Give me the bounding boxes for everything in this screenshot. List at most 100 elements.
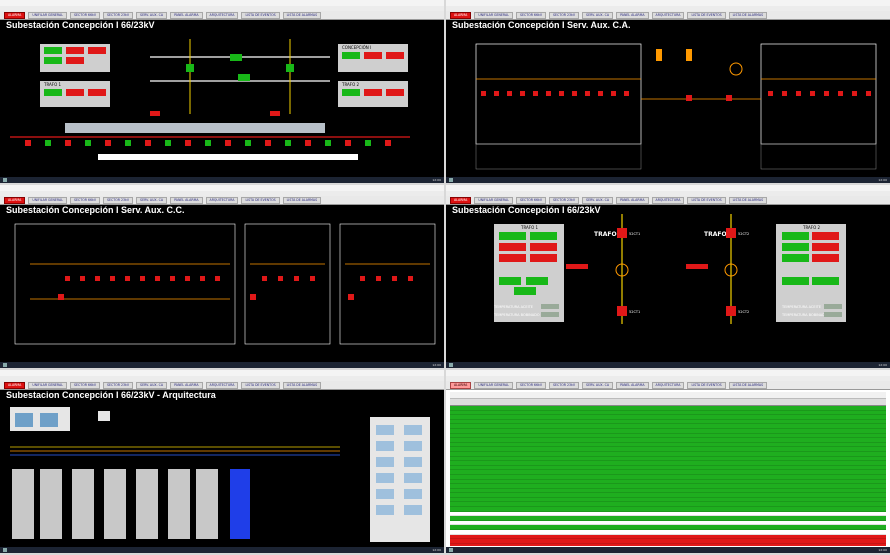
breaker-52ct2: 52CT2 bbox=[738, 232, 749, 236]
alarm-button[interactable]: ALARMA bbox=[4, 381, 26, 389]
temp-aceite-1: TEMPERATURA ACEITE bbox=[493, 305, 533, 309]
nav-servaux[interactable]: SERV. AUX. CA bbox=[136, 381, 168, 389]
nav-sector66[interactable]: SECTOR 66kV bbox=[69, 381, 101, 389]
window-serv-aux-cc: ALARMA UNIFILAR GENERAL SECTOR 66kV SECT… bbox=[0, 185, 444, 368]
nav-servaux[interactable]: SERV. AUX. CA bbox=[136, 196, 168, 204]
table-row[interactable] bbox=[450, 543, 886, 546]
taskbar: 12:00 bbox=[446, 177, 890, 183]
single-line-diagram: TRAFO 1 CONCEPCIÓN I TRAFO 2 bbox=[0, 19, 444, 177]
start-icon[interactable] bbox=[3, 178, 7, 182]
ac-diagram bbox=[446, 19, 890, 177]
nav-eventos[interactable]: LISTA DE EVENTOS bbox=[687, 11, 726, 19]
table-body bbox=[450, 406, 886, 546]
nav-arquitectura[interactable]: ARQUITECTURA bbox=[205, 11, 239, 19]
taskbar: 12:00 bbox=[0, 547, 444, 553]
start-icon[interactable] bbox=[449, 548, 453, 552]
nav-eventos[interactable]: LISTA DE EVENTOS bbox=[241, 11, 280, 19]
alarm-button[interactable]: ALARMA bbox=[4, 11, 26, 19]
nav-arquitectura[interactable]: ARQUITECTURA bbox=[651, 11, 685, 19]
nav-sector66[interactable]: SECTOR 66kV bbox=[69, 11, 101, 19]
nav-eventos[interactable]: LISTA DE EVENTOS bbox=[241, 196, 280, 204]
nav-panelalarma[interactable]: PANEL ALARMA bbox=[170, 11, 203, 19]
nav-panelalarma[interactable]: PANEL ALARMA bbox=[170, 196, 203, 204]
start-icon[interactable] bbox=[3, 363, 7, 367]
dc-diagram bbox=[0, 204, 444, 362]
nav-unifilar[interactable]: UNIFILAR GENERAL bbox=[474, 11, 513, 19]
nav-unifilar[interactable]: UNIFILAR GENERAL bbox=[474, 196, 513, 204]
taskbar: 12:00 bbox=[0, 177, 444, 183]
nav-sector66[interactable]: SECTOR 66kV bbox=[515, 196, 547, 204]
nav-arquitectura[interactable]: ARQUITECTURA bbox=[205, 196, 239, 204]
nav-arquitectura[interactable]: ARQUITECTURA bbox=[651, 196, 685, 204]
nav-sector23[interactable]: SECTOR 23kV bbox=[103, 11, 134, 19]
nav-unifilar[interactable]: UNIFILAR GENERAL bbox=[28, 11, 67, 19]
breaker-52ct1-low: 52CT1 bbox=[629, 310, 640, 314]
nav-sector23[interactable]: SECTOR 23kV bbox=[549, 11, 580, 19]
clock: 12:00 bbox=[878, 548, 887, 552]
alarm-button[interactable]: ALARMA bbox=[450, 381, 472, 389]
alarm-button[interactable]: ALARMA bbox=[450, 11, 472, 19]
clock: 12:00 bbox=[432, 363, 441, 367]
nav-arquitectura[interactable]: ARQUITECTURA bbox=[651, 381, 685, 389]
event-table bbox=[450, 392, 886, 546]
trafo2-label: TRAFO 2 bbox=[341, 82, 360, 87]
temp-aceite-2: TEMPERATURA ACEITE bbox=[781, 305, 821, 309]
nav-sector23[interactable]: SECTOR 23kV bbox=[549, 381, 580, 389]
nav-panelalarma[interactable]: PANEL ALARMA bbox=[616, 196, 649, 204]
nav-panelalarma[interactable]: PANEL ALARMA bbox=[616, 381, 649, 389]
table-toolbar bbox=[450, 392, 886, 399]
nav-unifilar[interactable]: UNIFILAR GENERAL bbox=[28, 381, 67, 389]
clock: 12:00 bbox=[432, 548, 441, 552]
nav-sector66[interactable]: SECTOR 66kV bbox=[515, 381, 547, 389]
nav-sector66[interactable]: SECTOR 66kV bbox=[69, 196, 101, 204]
nav-servaux[interactable]: SERV. AUX. CA bbox=[582, 381, 614, 389]
trafo1-panel-title: TRAFO 1 bbox=[520, 225, 539, 230]
nav-alarmas[interactable]: LISTA DE ALARMAS bbox=[282, 381, 322, 389]
start-icon[interactable] bbox=[3, 548, 7, 552]
taskbar: 12:00 bbox=[446, 362, 890, 368]
feeder-row bbox=[25, 140, 391, 146]
taskbar: 12:00 bbox=[446, 547, 890, 553]
start-icon[interactable] bbox=[449, 363, 453, 367]
nav-sector66[interactable]: SECTOR 66kV bbox=[515, 11, 547, 19]
nav-bar: ALARMA UNIFILAR GENERAL SECTOR 66kV SECT… bbox=[446, 381, 890, 390]
clock: 12:00 bbox=[432, 178, 441, 182]
start-icon[interactable] bbox=[449, 178, 453, 182]
window-event-list: ALARMA UNIFILAR GENERAL SECTOR 66kV SECT… bbox=[446, 370, 890, 553]
nav-alarmas[interactable]: LISTA DE ALARMAS bbox=[282, 196, 322, 204]
nav-servaux[interactable]: SERV. AUX. CA bbox=[582, 11, 614, 19]
trafo2-panel-title: TRAFO 2 bbox=[802, 225, 821, 230]
trafo-diagram: TRAFO 1 TEMPERATURA ACEITE TEMPERATURA B… bbox=[446, 204, 890, 362]
nav-sector23[interactable]: SECTOR 23kV bbox=[103, 381, 134, 389]
nav-servaux[interactable]: SERV. AUX. CA bbox=[136, 11, 168, 19]
table-header bbox=[450, 399, 886, 406]
network-architecture bbox=[0, 389, 444, 547]
nav-alarmas[interactable]: LISTA DE ALARMAS bbox=[728, 11, 768, 19]
nav-sector23[interactable]: SECTOR 23kV bbox=[549, 196, 580, 204]
temp-bobinado-2: TEMPERATURA BOBINADO bbox=[781, 313, 828, 317]
nav-unifilar[interactable]: UNIFILAR GENERAL bbox=[474, 381, 513, 389]
concepcion-label: CONCEPCIÓN I bbox=[342, 45, 371, 50]
nav-unifilar[interactable]: UNIFILAR GENERAL bbox=[28, 196, 67, 204]
nav-eventos[interactable]: LISTA DE EVENTOS bbox=[687, 196, 726, 204]
nav-sector23[interactable]: SECTOR 23kV bbox=[103, 196, 134, 204]
screenshot-grid: ALARMA UNIFILAR GENERAL SECTOR 66kV SECT… bbox=[0, 0, 890, 555]
nav-arquitectura[interactable]: ARQUITECTURA bbox=[205, 381, 239, 389]
alarm-button[interactable]: ALARMA bbox=[450, 196, 472, 204]
window-serv-aux-ca: ALARMA UNIFILAR GENERAL SECTOR 66kV SECT… bbox=[446, 0, 890, 183]
nav-panelalarma[interactable]: PANEL ALARMA bbox=[616, 11, 649, 19]
nav-alarmas[interactable]: LISTA DE ALARMAS bbox=[728, 381, 768, 389]
breaker-52ct2-low: 52CT2 bbox=[738, 310, 749, 314]
nav-eventos[interactable]: LISTA DE EVENTOS bbox=[241, 381, 280, 389]
nav-panelalarma[interactable]: PANEL ALARMA bbox=[170, 381, 203, 389]
nav-servaux[interactable]: SERV. AUX. CA bbox=[582, 196, 614, 204]
temp-bobinado-1: TEMPERATURA BOBINADO bbox=[493, 313, 540, 317]
nav-eventos[interactable]: LISTA DE EVENTOS bbox=[687, 381, 726, 389]
alarm-button[interactable]: ALARMA bbox=[4, 196, 26, 204]
clock: 12:00 bbox=[878, 178, 887, 182]
nav-alarmas[interactable]: LISTA DE ALARMAS bbox=[728, 196, 768, 204]
breaker-52ct1: 52CT1 bbox=[629, 232, 640, 236]
trafo1-label: TRAFO 1 bbox=[43, 82, 62, 87]
window-arquitectura: ALARMA UNIFILAR GENERAL SECTOR 66kV SECT… bbox=[0, 370, 444, 553]
nav-alarmas[interactable]: LISTA DE ALARMAS bbox=[282, 11, 322, 19]
